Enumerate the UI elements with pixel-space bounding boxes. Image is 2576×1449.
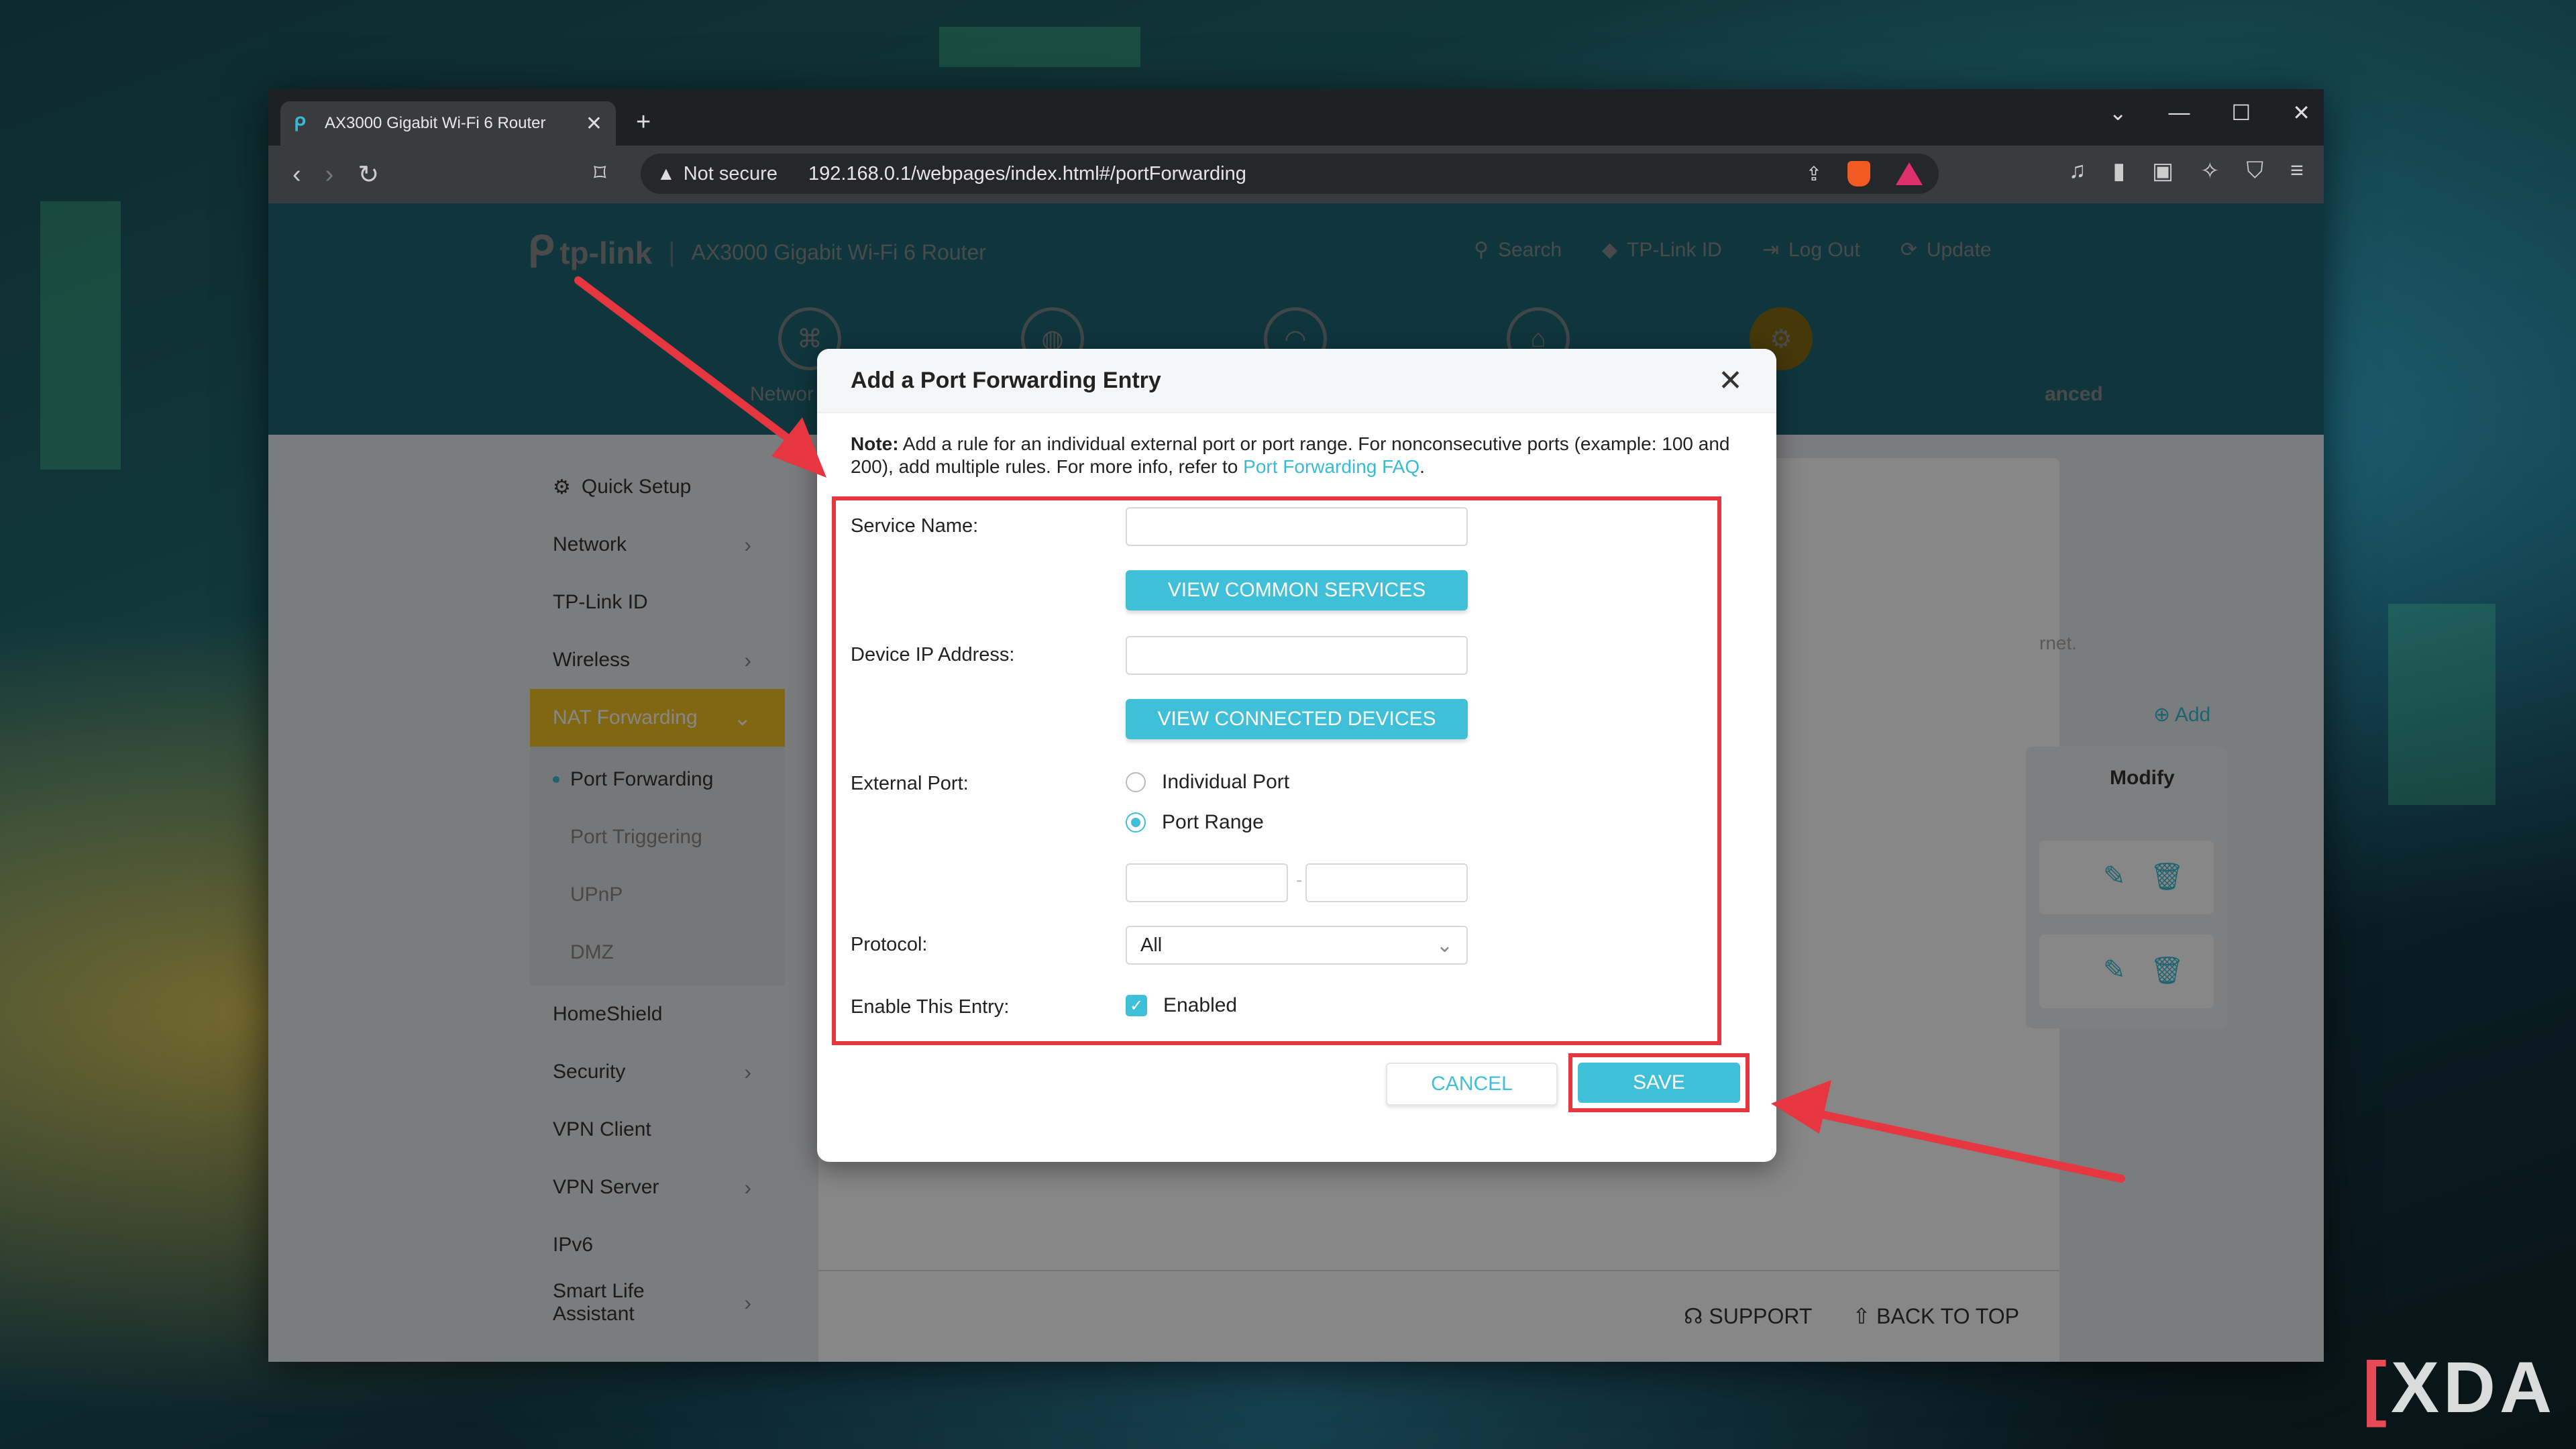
router-page: ᑭ tp-link | AX3000 Gigabit Wi-Fi 6 Route… [268, 203, 2324, 1362]
port-range-start-input[interactable] [1126, 863, 1288, 902]
browser-toolbar: ‹ › ↻ ⌑ ▲ Not secure 192.168.0.1/webpage… [268, 146, 2324, 203]
port-forwarding-dialog: Add a Port Forwarding Entry ✕ Note: Add … [817, 349, 1776, 1162]
service-name-label: Service Name: [851, 515, 979, 537]
address-bar[interactable]: ▲ Not secure 192.168.0.1/webpages/index.… [641, 154, 1939, 194]
tplink-favicon-icon: ᑭ [294, 114, 306, 135]
dialog-note: Note: Add a rule for an individual exter… [851, 433, 1730, 477]
background-decoration [2388, 604, 2496, 805]
protocol-label: Protocol: [851, 934, 928, 955]
range-separator: - [1296, 869, 1303, 890]
enable-entry-label: Enable This Entry: [851, 996, 1010, 1018]
service-name-input[interactable] [1126, 507, 1468, 546]
close-icon[interactable]: ✕ [1718, 364, 1743, 398]
tab-title: AX3000 Gigabit Wi-Fi 6 Router [325, 114, 546, 132]
protocol-select[interactable]: All ⌄ [1126, 926, 1468, 965]
save-button[interactable]: SAVE [1578, 1063, 1740, 1103]
radio-selected-icon [1126, 812, 1146, 833]
background-decoration [939, 27, 1140, 67]
device-ip-label: Device IP Address: [851, 644, 1015, 665]
browser-window: ᑭ AX3000 Gigabit Wi-Fi 6 Router ✕ + ⌄ — … [268, 89, 2324, 1362]
radio-individual-port[interactable]: Individual Port [1126, 771, 1289, 794]
warning-icon: ▲ [657, 163, 676, 184]
window-controls: ⌄ — ☐ ✕ [2109, 100, 2310, 125]
close-window-icon[interactable]: ✕ [2292, 100, 2310, 125]
radio-icon [1126, 772, 1146, 792]
share-icon[interactable]: ⇪ [1806, 162, 1822, 186]
radio-port-range[interactable]: Port Range [1126, 811, 1264, 834]
external-port-label: External Port: [851, 773, 969, 794]
checkmark-icon: ✓ [1126, 995, 1147, 1016]
faq-link[interactable]: Port Forwarding FAQ [1243, 456, 1419, 477]
new-tab-icon[interactable]: + [636, 108, 651, 137]
view-common-services-button[interactable]: VIEW COMMON SERVICES [1126, 570, 1468, 610]
minimize-icon[interactable]: — [2169, 100, 2190, 125]
leo-ai-icon[interactable]: ✧ [2200, 158, 2220, 184]
toolbar-right-icons: ♫ ▮ ▣ ✧ ⛉ ≡ [2069, 158, 2304, 184]
security-label[interactable]: Not secure [684, 163, 777, 185]
view-connected-devices-button[interactable]: VIEW CONNECTED DEVICES [1126, 699, 1468, 739]
browser-tab[interactable]: ᑭ AX3000 Gigabit Wi-Fi 6 Router ✕ [280, 101, 616, 146]
menu-icon[interactable]: ≡ [2290, 158, 2304, 184]
tab-bar: ᑭ AX3000 Gigabit Wi-Fi 6 Router ✕ + ⌄ — … [268, 89, 2324, 146]
chevron-down-icon: ⌄ [1436, 934, 1453, 957]
dialog-title: Add a Port Forwarding Entry [851, 367, 1161, 393]
background-decoration [40, 201, 121, 470]
forward-icon[interactable]: › [325, 160, 334, 189]
wallet-icon[interactable]: ▣ [2152, 158, 2174, 184]
enabled-checkbox[interactable]: ✓ Enabled [1126, 994, 1237, 1017]
cancel-button[interactable]: CANCEL [1386, 1063, 1558, 1106]
device-ip-input[interactable] [1126, 636, 1468, 675]
brave-shields-icon[interactable] [1847, 161, 1870, 186]
close-tab-icon[interactable]: ✕ [586, 112, 602, 136]
url-text[interactable]: 192.168.0.1/webpages/index.html#/portFor… [808, 163, 1246, 185]
vpn-icon[interactable]: ⛉ [2247, 158, 2264, 184]
reload-icon[interactable]: ↻ [358, 160, 379, 190]
maximize-icon[interactable]: ☐ [2232, 100, 2251, 125]
brave-rewards-icon[interactable] [1896, 162, 1923, 185]
tab-search-chevron-icon[interactable]: ⌄ [2109, 100, 2127, 125]
bookmark-icon[interactable]: ⌑ [594, 159, 606, 187]
media-icon[interactable]: ♫ [2069, 158, 2086, 184]
sidebar-icon[interactable]: ▮ [2112, 158, 2125, 184]
port-range-end-input[interactable] [1305, 863, 1468, 902]
back-icon[interactable]: ‹ [292, 160, 301, 189]
xda-watermark: [XDA [2363, 1346, 2556, 1428]
